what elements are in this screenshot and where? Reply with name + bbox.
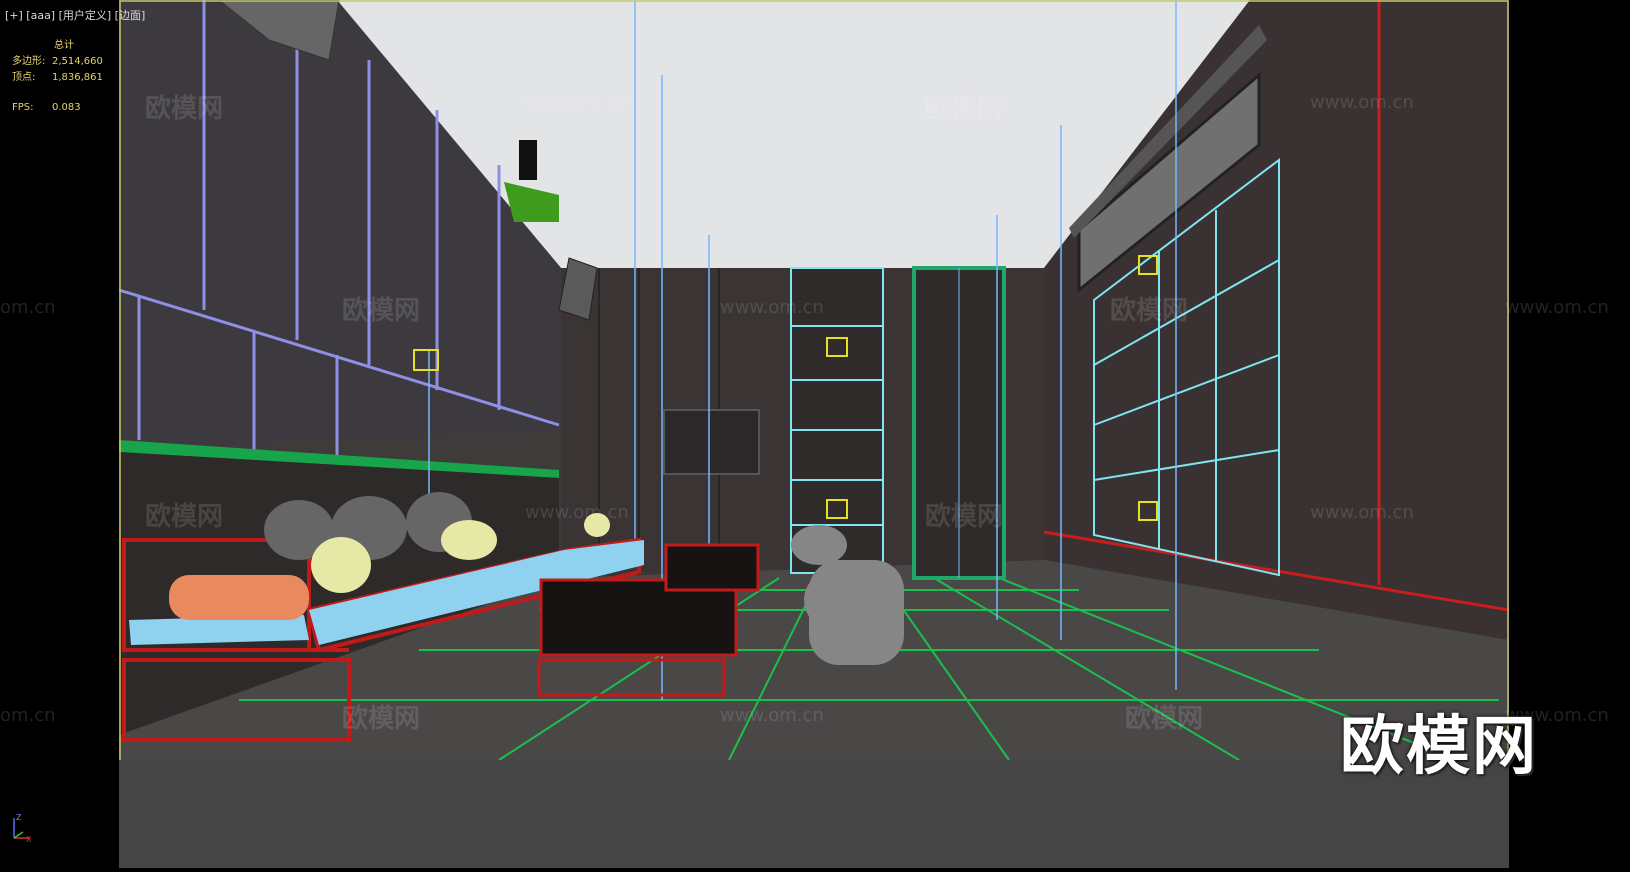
verts-label: 顶点: xyxy=(12,72,36,83)
watermark-url: www.om.cn xyxy=(525,502,629,523)
stats-title: 总计 xyxy=(54,40,74,51)
watermark-cn: 欧模网 xyxy=(1110,296,1189,326)
back-pillows xyxy=(264,492,472,560)
viewport-bottom-band xyxy=(119,760,1509,868)
bolster-pillow xyxy=(169,575,309,620)
watermark-url: www.om.cn xyxy=(1310,92,1414,113)
watermark-url: www.om.cn xyxy=(1505,297,1609,318)
brand-logo: 欧模网 xyxy=(1340,710,1538,784)
watermark-cn: 欧模网 xyxy=(925,502,1004,532)
axis-x-label: X xyxy=(26,835,32,842)
viewport-menu-label[interactable]: [+] [aaa] [用户定义] [边面] xyxy=(5,7,145,23)
watermark-url: om.cn xyxy=(0,705,56,726)
viewport-scene[interactable] xyxy=(118,0,1510,868)
statistics-panel: 总计 多边形: 2,514,660 顶点: 1,836,861 FPS: 0.0… xyxy=(12,38,103,116)
watermark-cn: 欧模网 xyxy=(342,704,421,734)
watermark-url: www.om.cn xyxy=(1310,502,1414,523)
watermark-cn: 欧模网 xyxy=(145,502,224,532)
axis-gizmo-icon: Z X xyxy=(13,813,32,842)
watermark-url: om.cn xyxy=(0,297,56,318)
scene-render xyxy=(118,0,1510,868)
watermark-cn: 欧模网 xyxy=(1125,704,1204,734)
watermark-cn: 欧模网 xyxy=(145,94,224,124)
fps-value: 0.083 xyxy=(52,102,81,113)
watermark-url: www.om.cn xyxy=(720,705,824,726)
watermark-cn: 欧模网 xyxy=(342,296,421,326)
wall-tv xyxy=(663,409,760,475)
polys-value: 2,514,660 xyxy=(52,56,103,67)
watermark-url: www.om.cn xyxy=(720,297,824,318)
verts-value: 1,836,861 xyxy=(52,72,103,83)
polys-label: 多边形: xyxy=(12,56,46,67)
watermark-cn: 欧模网 xyxy=(925,94,1004,124)
axis-z-label: Z xyxy=(16,813,22,822)
fps-label: FPS: xyxy=(12,102,34,113)
watermark-url: www.om.cn xyxy=(525,92,629,113)
